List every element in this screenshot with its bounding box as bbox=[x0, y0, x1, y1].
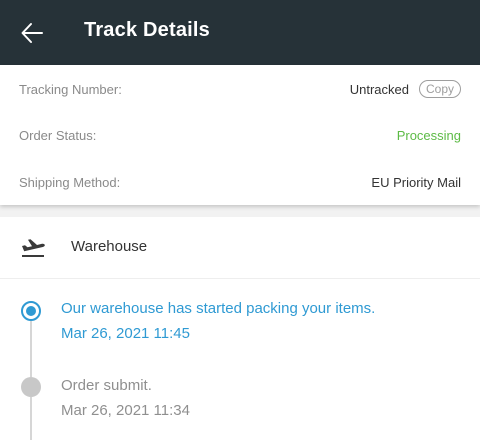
shipping-method-value: EU Priority Mail bbox=[371, 174, 461, 190]
order-info-card: Tracking Number: Untracked Copy Order St… bbox=[0, 65, 480, 205]
timeline-dot-active bbox=[21, 301, 41, 321]
warehouse-section-header: Warehouse bbox=[0, 217, 480, 279]
event-time: Mar 26, 2021 11:34 bbox=[61, 402, 190, 419]
event-message: Our warehouse has started packing your i… bbox=[61, 300, 376, 317]
order-status-row: Order Status: Processing bbox=[0, 123, 480, 147]
shipping-method-label: Shipping Method: bbox=[19, 174, 121, 190]
page-title: Track Details bbox=[84, 19, 211, 41]
shipping-method-row: Shipping Method: EU Priority Mail bbox=[0, 170, 480, 194]
section-divider bbox=[0, 205, 480, 217]
top-app-bar: Track Details bbox=[0, 0, 480, 65]
tracking-number-label: Tracking Number: bbox=[19, 81, 122, 97]
back-button[interactable] bbox=[14, 16, 50, 50]
event-time: Mar 26, 2021 11:45 bbox=[61, 325, 190, 342]
timeline-dot bbox=[21, 377, 41, 397]
order-status-value: Processing bbox=[396, 127, 461, 143]
tracking-number-row: Tracking Number: Untracked Copy bbox=[0, 77, 480, 101]
timeline-connector bbox=[30, 321, 32, 377]
plane-takeoff-icon bbox=[22, 239, 45, 257]
event-message: Order submit. bbox=[61, 377, 152, 394]
arrow-left-icon bbox=[21, 23, 43, 43]
timeline-dot-inner bbox=[26, 306, 36, 316]
timeline-connector bbox=[30, 397, 32, 440]
tracking-timeline: Our warehouse has started packing your i… bbox=[0, 280, 480, 440]
tracking-number-value-wrap: Untracked Copy bbox=[350, 80, 461, 98]
warehouse-label: Warehouse bbox=[71, 238, 148, 255]
tracking-number-value: Untracked bbox=[349, 81, 409, 97]
order-status-label: Order Status: bbox=[19, 127, 97, 143]
copy-button[interactable]: Copy bbox=[418, 80, 461, 98]
